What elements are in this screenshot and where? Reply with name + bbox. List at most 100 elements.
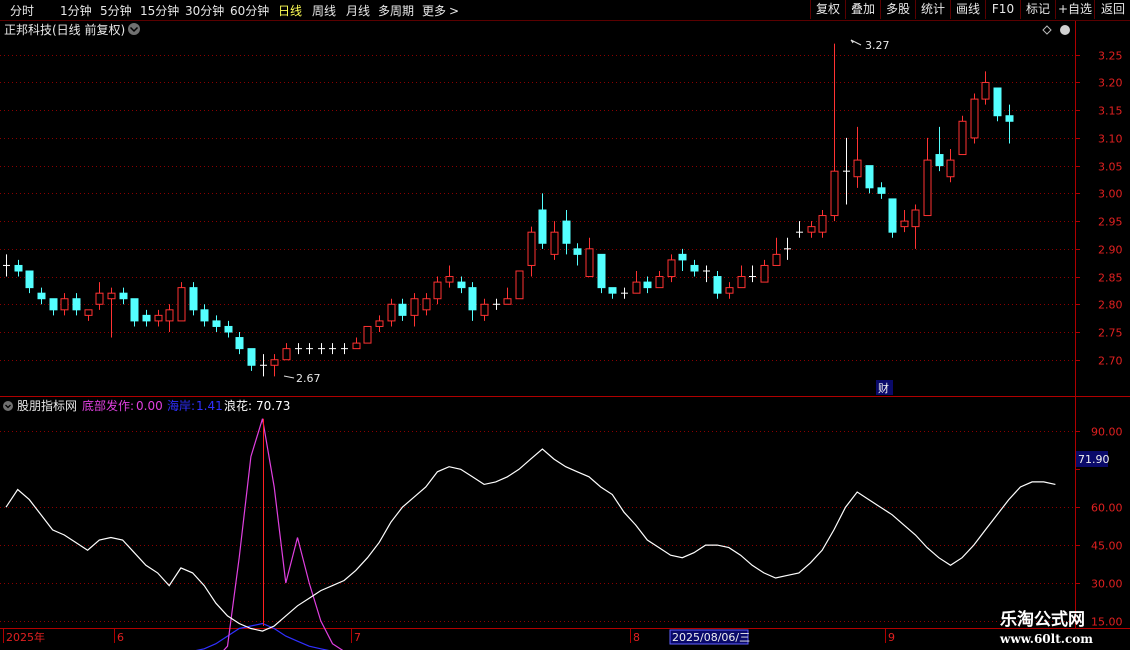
period-tab-monthly[interactable]: 月线 — [346, 2, 370, 19]
candle — [480, 298, 489, 321]
candle — [784, 237, 791, 260]
candle-body — [165, 309, 174, 322]
time-label-july: 7 — [354, 631, 361, 644]
candle — [295, 343, 302, 355]
period-tab-more[interactable]: 更多 > — [422, 2, 459, 19]
indicator-tick-label: 90.00 — [1091, 426, 1123, 439]
price-tick-label: 3.15 — [1098, 105, 1123, 118]
candle — [433, 276, 442, 305]
candle — [468, 282, 477, 321]
candle — [818, 210, 827, 238]
candle-body — [422, 298, 431, 311]
candle — [900, 210, 909, 233]
candle — [387, 298, 396, 327]
candle-body — [107, 292, 116, 300]
more-label: 更多 — [422, 4, 447, 18]
price-axis: 2.70 2.75 2.80 2.85 2.90 2.95 3.00 3.05 3.10 3.15… — [1075, 50, 1123, 368]
candle-body — [433, 281, 442, 300]
chevron-down-icon[interactable] — [128, 23, 140, 35]
price-tick-label: 2.90 — [1098, 244, 1123, 257]
candle — [608, 287, 617, 299]
legend-bottom-value: 0.00 — [136, 399, 163, 413]
candle — [445, 265, 454, 288]
period-tab-5min[interactable]: 5分钟 — [100, 2, 132, 19]
statistics-button[interactable]: 统计 — [915, 0, 950, 19]
candle — [796, 221, 803, 238]
candle — [550, 221, 559, 260]
candle-body — [14, 264, 23, 272]
candle — [422, 293, 431, 316]
candle — [3, 254, 10, 277]
price-tick-label: 2.95 — [1098, 216, 1123, 229]
candle — [306, 343, 313, 355]
candle-body — [189, 287, 198, 311]
mark-button[interactable]: 标记 — [1020, 0, 1055, 19]
candle — [165, 304, 174, 332]
multi-stock-button[interactable]: 多股 — [880, 0, 915, 19]
candle — [282, 343, 291, 361]
legend-coast-label: 海岸: — [167, 398, 195, 413]
overlay-button[interactable]: 叠加 — [845, 0, 880, 19]
period-tab-30min[interactable]: 30分钟 — [185, 2, 224, 19]
candle — [260, 354, 267, 377]
candle — [888, 198, 897, 238]
indicator-menu-icon[interactable] — [3, 401, 13, 411]
indicator-lines — [5, 418, 1056, 650]
candle — [398, 298, 407, 321]
period-tab-1min[interactable]: 1分钟 — [60, 2, 92, 19]
candle — [585, 237, 594, 278]
diamond-icon[interactable] — [1042, 25, 1052, 35]
candle — [597, 253, 606, 294]
high-price-label: 3.27 — [865, 39, 890, 52]
candle — [329, 343, 336, 355]
candle — [25, 270, 34, 294]
price-tick-label: 2.70 — [1098, 355, 1123, 368]
candle — [119, 287, 128, 305]
period-tab-daily[interactable]: 日线 — [278, 2, 302, 19]
add-watchlist-button[interactable]: +自选 — [1055, 0, 1094, 19]
candle-body — [911, 209, 920, 228]
candle-body — [235, 337, 244, 350]
indicator-title[interactable]: 股朋指标网 底部发作: 0.00 海岸: 1.41 浪花: 70.73 — [3, 398, 290, 413]
period-tab-60min[interactable]: 60分钟 — [230, 2, 269, 19]
candle-body — [946, 159, 955, 178]
time-label-august: 8 — [633, 631, 640, 644]
fuquan-button[interactable]: 复权 — [810, 0, 845, 19]
candle — [632, 271, 641, 294]
circle-icon[interactable] — [1060, 25, 1070, 35]
stock-title[interactable]: 正邦科技(日线 前复权) — [4, 22, 125, 37]
candle — [865, 165, 874, 194]
current-value-tag: 71.90 — [1076, 451, 1110, 467]
candle-body — [935, 154, 944, 167]
indicator-grid — [0, 431, 1075, 622]
candle-body — [480, 303, 489, 316]
time-label-june: 6 — [117, 631, 124, 644]
candle — [224, 320, 233, 338]
candle — [84, 309, 93, 321]
candle — [375, 315, 384, 332]
period-tab-weekly[interactable]: 周线 — [312, 2, 336, 19]
candle-body — [643, 281, 652, 289]
candle — [538, 193, 547, 249]
period-tab-fenshi[interactable]: 分时 — [10, 2, 34, 19]
back-button[interactable]: 返回 — [1094, 0, 1130, 19]
chart-area[interactable]: 2.70 2.75 2.80 2.85 2.90 2.95 3.00 3.05 3.10 3.15… — [0, 21, 1130, 650]
candle-body — [667, 259, 676, 278]
candle-body — [457, 281, 466, 289]
period-tab-15min[interactable]: 15分钟 — [140, 2, 179, 19]
candle — [72, 293, 81, 316]
f10-button[interactable]: F10 — [985, 0, 1020, 19]
period-tab-multi[interactable]: 多周期 — [378, 2, 414, 19]
candle — [946, 149, 955, 183]
cursor-date-label: 2025/08/06/三 — [672, 631, 750, 644]
candle — [690, 259, 699, 277]
candle — [318, 343, 325, 355]
legend-coast-value: 1.41 — [196, 399, 223, 413]
financial-report-badge[interactable]: 财 — [876, 380, 893, 395]
candle-body — [585, 248, 594, 278]
candle-body — [655, 276, 664, 289]
candle — [107, 287, 116, 338]
draw-line-button[interactable]: 画线 — [950, 0, 985, 19]
candle-body — [410, 298, 419, 316]
legend-bottom-label: 底部发作: — [82, 398, 134, 413]
